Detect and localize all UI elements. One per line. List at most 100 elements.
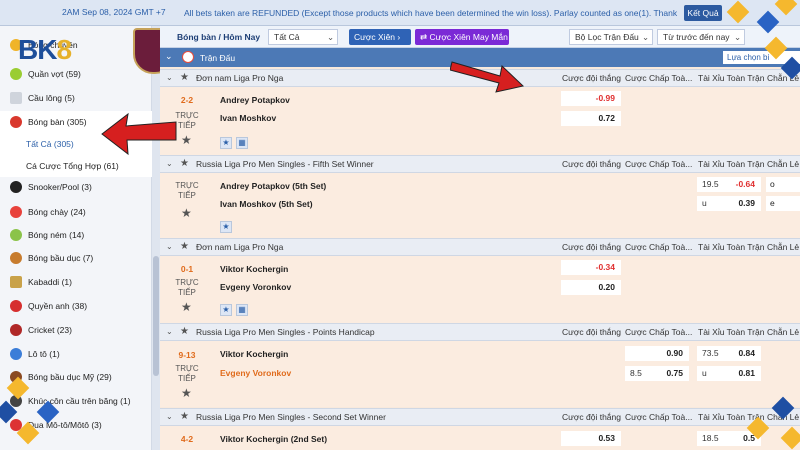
- market-select[interactable]: Tất Cả ⌄: [268, 29, 338, 45]
- sidebar-scrollbar[interactable]: [152, 26, 160, 450]
- match-score: 9-13: [178, 350, 196, 360]
- col-oddeven: Chẵn Lẻ: [767, 327, 800, 337]
- lotto-ball-icon: [10, 348, 22, 360]
- sidebar-item-count: (38): [71, 301, 88, 311]
- sidebar-item-handball[interactable]: Bóng ném (14): [0, 224, 152, 246]
- collapse-icon[interactable]: ⌄: [166, 159, 173, 168]
- sidebar-item-count: (1): [61, 277, 72, 287]
- brand-logo[interactable]: BK8: [0, 12, 175, 74]
- results-button[interactable]: Kết Quả: [684, 5, 722, 21]
- odds-handicap-home[interactable]: 0.90: [625, 346, 689, 361]
- col-win: Cược đội thắng: [562, 242, 621, 252]
- favorite-star-icon[interactable]: ★: [180, 158, 189, 169]
- collapse-icon[interactable]: ⌄: [166, 73, 173, 82]
- sidebar-item-count: (14): [69, 230, 85, 240]
- lucky-parlay-button[interactable]: ⇄ Cược Xiên May Mắn: [415, 29, 509, 45]
- collapse-icon[interactable]: ⌄: [166, 327, 173, 336]
- sidebar-item-count: (59): [65, 69, 81, 79]
- sidebar-item-label: Snooker/Pool: [28, 182, 80, 192]
- favorite-star-icon[interactable]: ★: [180, 411, 189, 422]
- sort-dropdown[interactable]: Từ trước đến nay ⌄: [657, 29, 745, 45]
- league-name: Đơn nam Liga Pro Nga: [196, 242, 284, 252]
- clock-icon: [182, 51, 194, 63]
- favorite-star-icon[interactable]: ★: [180, 72, 189, 83]
- sidebar-item-count: (305): [66, 117, 87, 127]
- odds-under[interactable]: u 0.39: [697, 196, 761, 211]
- sidebar-item-label: Bóng bầu dục Mỹ: [28, 372, 95, 382]
- collapse-icon[interactable]: ⌄: [165, 51, 173, 62]
- sidebar-item-boxing[interactable]: Quyền anh (38): [0, 295, 152, 317]
- sidebar-item-baseball[interactable]: Bóng chày (24): [0, 201, 152, 223]
- col-overunder: Tài Xỉu Toàn Trận: [698, 73, 765, 83]
- col-oddeven: Chẵn Lẻ: [767, 159, 800, 169]
- chevron-down-icon: ⌄: [642, 32, 650, 42]
- favorite-star-icon[interactable]: ★: [180, 326, 189, 337]
- logo-wordmark: BK8: [18, 34, 72, 66]
- team-home: Andrey Potapkov: [220, 95, 290, 105]
- odds-win-away[interactable]: 0.72: [561, 111, 621, 126]
- collapse-icon[interactable]: ⌄: [166, 242, 173, 251]
- favorite-star-icon[interactable]: ★: [180, 241, 189, 252]
- league-header[interactable]: ⌄ ★ Russia Liga Pro Men Singles - Fifth …: [160, 155, 800, 173]
- logo-text-a: BK: [18, 34, 57, 65]
- odds-handicap-away[interactable]: 8.5 0.75: [625, 366, 689, 381]
- stats-grid-icon[interactable]: ▦: [236, 137, 248, 149]
- refund-notice: All bets taken are REFUNDED (Except thos…: [184, 8, 678, 18]
- col-handicap: Cược Chấp Toà...: [625, 412, 693, 422]
- collapse-icon[interactable]: ⌄: [166, 412, 173, 421]
- favorite-star-icon[interactable]: ★: [181, 206, 192, 220]
- stats-grid-icon[interactable]: ▦: [236, 304, 248, 316]
- sidebar-item-rugby[interactable]: Bóng bầu dục (7): [0, 247, 152, 269]
- league-header[interactable]: ⌄ ★ Russia Liga Pro Men Singles - Points…: [160, 323, 800, 341]
- ou-under-value: 0.39: [738, 198, 755, 208]
- chevron-down-icon: ⌄: [734, 32, 742, 42]
- match-filter-dropdown[interactable]: Bộ Lọc Trận Đấu ⌄: [569, 29, 653, 45]
- sidebar-subitem-outright[interactable]: Cá Cược Tổng Hợp (61): [0, 155, 152, 177]
- col-win: Cược đội thắng: [562, 327, 621, 337]
- match-list: ⌄ ★ Đơn nam Liga Pro Nga Cược đội thắng …: [160, 67, 800, 450]
- market-header-label: Trận Đấu: [200, 53, 236, 63]
- odds-odd[interactable]: o: [766, 177, 800, 192]
- sidebar-item-count: (3): [81, 182, 92, 192]
- star-icon[interactable]: ★: [220, 304, 232, 316]
- rugby-ball-icon: [10, 252, 22, 264]
- snooker-ball-icon: [10, 181, 22, 193]
- odds-over[interactable]: 73.5 0.84: [697, 346, 761, 361]
- team-home: Viktor Kochergin: [220, 349, 289, 359]
- match-tools: ★ ▦: [220, 137, 252, 149]
- star-icon[interactable]: ★: [220, 137, 232, 149]
- league-header[interactable]: ⌄ ★ Russia Liga Pro Men Singles - Second…: [160, 408, 800, 426]
- sidebar-item-cricket[interactable]: Cricket (23): [0, 319, 152, 341]
- star-icon[interactable]: ★: [220, 221, 232, 233]
- favorite-star-icon[interactable]: ★: [181, 133, 192, 147]
- odds-win-home[interactable]: -0.99: [561, 91, 621, 106]
- favorite-star-icon[interactable]: ★: [181, 300, 192, 314]
- odds-win-home[interactable]: 0.53: [561, 431, 621, 446]
- odds-win-away[interactable]: 0.20: [561, 280, 621, 295]
- league-header[interactable]: ⌄ ★ Đơn nam Liga Pro Nga Cược đội thắng …: [160, 238, 800, 256]
- ou-line: 18.5: [702, 433, 719, 443]
- sidebar-item-kabaddi[interactable]: Kabaddi (1): [0, 271, 152, 293]
- sidebar-item-label: Cricket: [28, 325, 55, 335]
- shuttlecock-icon: [10, 92, 22, 104]
- favorite-star-icon[interactable]: ★: [181, 386, 192, 400]
- sidebar-item-badminton[interactable]: Cầu lông (5): [0, 87, 152, 109]
- sidebar-item-snooker[interactable]: Snooker/Pool (3): [0, 176, 152, 198]
- match-score: 4-2: [180, 434, 194, 444]
- scrollbar-thumb[interactable]: [153, 256, 159, 376]
- team-home: Viktor Kochergin (2nd Set): [220, 434, 328, 444]
- odds-under[interactable]: u 0.81: [697, 366, 761, 381]
- col-overunder: Tài Xỉu Toàn Trận: [698, 159, 765, 169]
- sidebar-item-lotto[interactable]: Lô tô (1): [0, 343, 152, 365]
- odds-over[interactable]: 19.5 -0.64: [697, 177, 761, 192]
- sidebar-item-count: (5): [64, 93, 75, 103]
- sidebar-item-count: (61): [103, 161, 119, 171]
- sidebar-item-label: Quyền anh: [28, 301, 70, 311]
- sidebar-item-label: Quần vợt: [28, 69, 64, 79]
- odds-win-home[interactable]: -0.34: [561, 260, 621, 275]
- odds-even[interactable]: e: [766, 196, 800, 211]
- logo-text-b: 8: [56, 34, 72, 65]
- col-handicap: Cược Chấp Toà...: [625, 242, 693, 252]
- parlay-button[interactable]: Cược Xiên ›: [349, 29, 411, 45]
- market-select-value: Tất Cả: [274, 32, 300, 42]
